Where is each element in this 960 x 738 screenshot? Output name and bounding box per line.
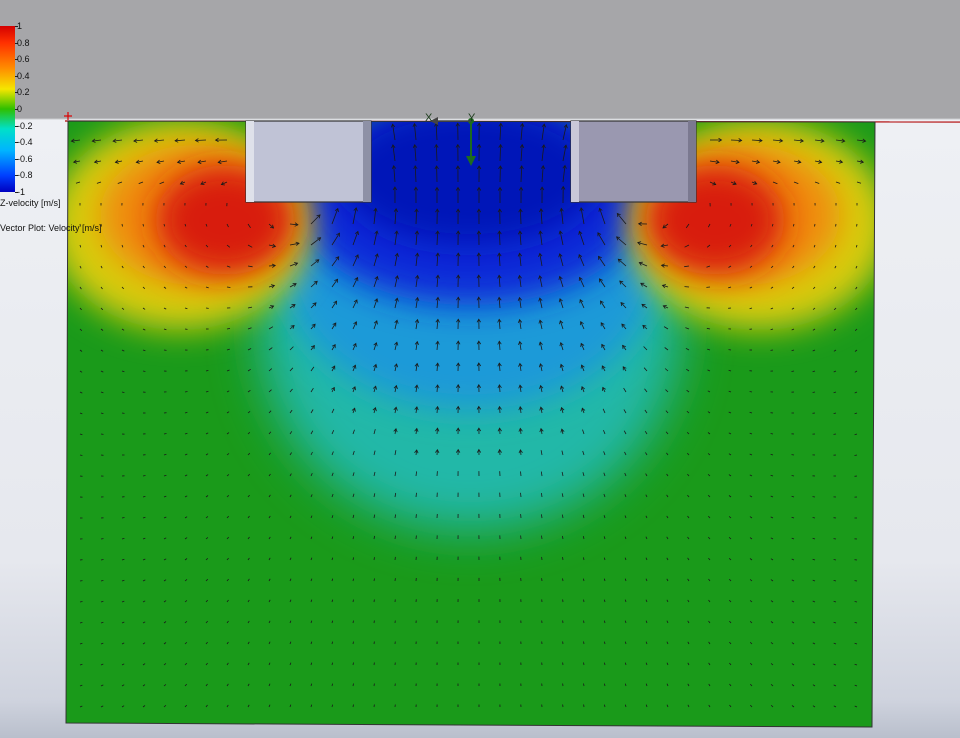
scalar-caption: Z-velocity [m/s] <box>0 198 61 208</box>
vector-arrow <box>814 223 816 227</box>
vector-arrow <box>415 492 417 498</box>
vector-arrow <box>373 557 375 561</box>
color-legend[interactable]: 1 0.8 0.6 0.4 0.2 0 -0.2 -0.4 -0.6 -0.8 -1 Z-veloc… <box>0 20 120 240</box>
vector-arrow <box>520 492 522 498</box>
legend-tick-label: -0.4 <box>17 137 33 148</box>
vector-arrow <box>791 475 795 477</box>
vector-arrow <box>121 517 125 519</box>
vector-arrow <box>142 223 144 227</box>
vector-arrow <box>749 391 753 393</box>
triad-x-label: X <box>425 112 433 124</box>
vector-arrow <box>352 662 354 666</box>
vector-caption: Vector Plot: Velocity [m/s] <box>0 223 102 233</box>
cfd-viewport[interactable]: X Y 1 0.8 0.6 0.4 0.2 0 -0.2 -0.4 -0.6 -0.8 -1 Z-v… <box>0 0 960 738</box>
vector-arrow <box>195 139 207 141</box>
legend-tick-label: 0.2 <box>17 87 30 98</box>
vector-arrow <box>770 433 774 435</box>
vector-arrow <box>833 559 837 561</box>
vector-arrow <box>184 391 188 393</box>
vector-arrow <box>583 620 585 624</box>
vector-arrow <box>583 641 585 645</box>
vector-arrow <box>520 471 522 477</box>
vector-arrow <box>541 535 543 540</box>
vector-arrow <box>730 139 742 141</box>
vector-arrow <box>583 599 585 603</box>
vector-arrow <box>562 557 564 561</box>
vector-arrow <box>854 454 858 456</box>
color-bar <box>0 26 15 192</box>
vector-arrow <box>352 683 354 687</box>
vector-arrow <box>79 454 83 456</box>
vector-arrow <box>583 662 585 666</box>
legend-tick-label: 0.4 <box>17 70 30 81</box>
left-block[interactable] <box>245 120 372 203</box>
legend-tick-label: 1 <box>17 21 23 31</box>
legend-tick-label: -0.2 <box>17 120 33 131</box>
vector-arrow <box>352 704 354 708</box>
legend-tick-label: -0.8 <box>17 170 33 181</box>
flow-plot: X Y <box>64 112 960 728</box>
right-block[interactable] <box>570 120 697 203</box>
vector-arrow <box>352 599 354 603</box>
vector-arrow <box>812 391 816 393</box>
legend-tick-label: -1 <box>17 187 26 197</box>
vector-arrow <box>226 286 231 288</box>
vector-arrow <box>854 601 858 603</box>
vector-arrow <box>142 370 146 372</box>
vector-arrow <box>352 620 354 624</box>
triad-y-label: Y <box>468 112 476 124</box>
vector-arrow <box>79 601 83 603</box>
vector-arrow <box>100 559 104 561</box>
legend-tick-label: 0 <box>17 104 23 114</box>
vector-arrow <box>121 223 123 227</box>
vector-arrow <box>583 683 585 687</box>
legend-tick-label: 0.8 <box>17 37 30 48</box>
vector-arrow <box>562 578 564 582</box>
vector-arrow <box>791 370 795 372</box>
vector-arrow <box>163 433 167 435</box>
vector-arrow <box>352 641 354 645</box>
vector-arrow <box>394 535 396 540</box>
vector-arrow <box>142 475 146 477</box>
vector-arrow <box>812 517 816 519</box>
legend-tick-label: -0.6 <box>17 153 33 164</box>
vector-arrow <box>373 578 375 582</box>
legend-tick-label: 0.6 <box>17 54 30 65</box>
